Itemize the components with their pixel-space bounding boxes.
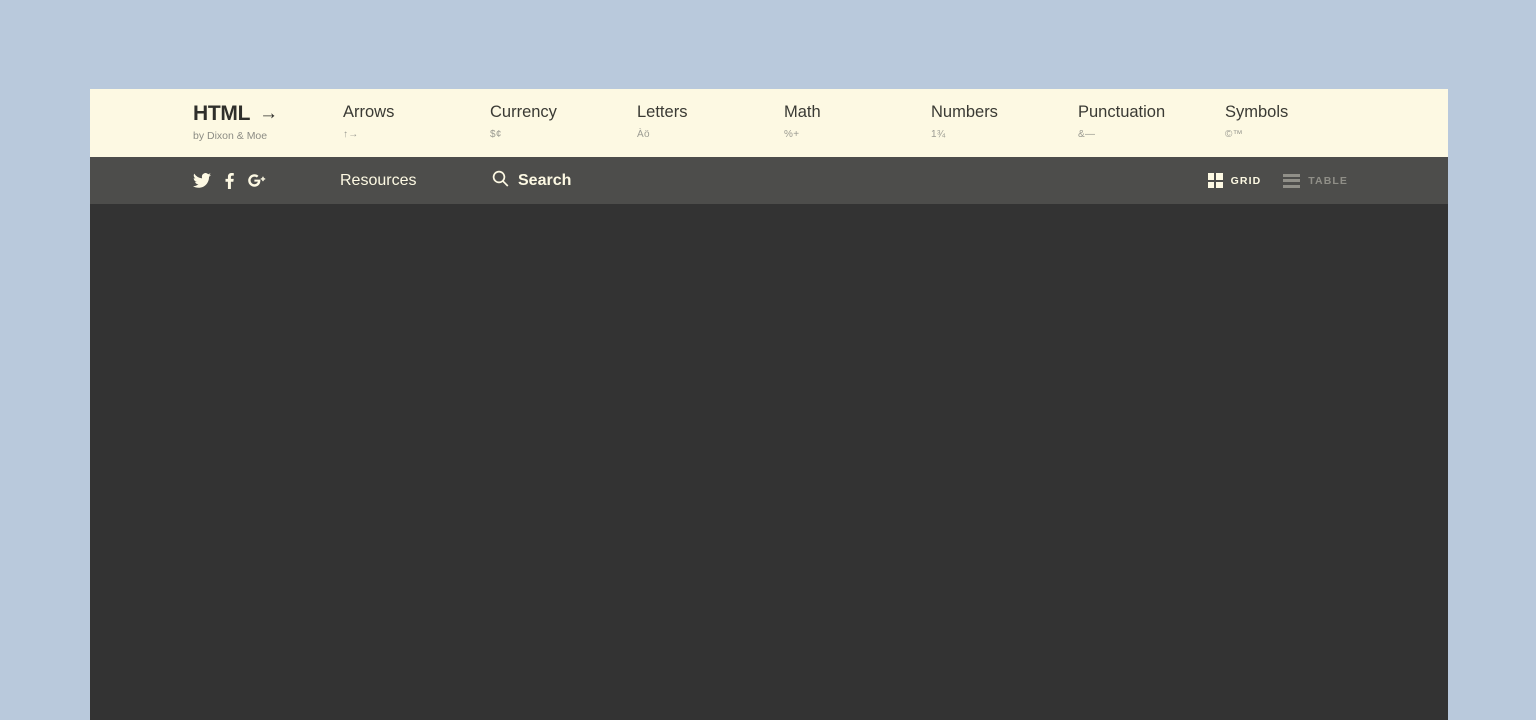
nav-item-math[interactable]: Math %+ (784, 104, 931, 140)
view-label: GRID (1231, 175, 1262, 187)
nav-label: Math (784, 104, 931, 121)
nav-hint: Àö (637, 130, 784, 140)
nav-hint: &— (1078, 130, 1225, 140)
primary-nav: Arrows ↑→ Currency $¢ Letters Àö Math %+… (343, 89, 1372, 140)
view-option-grid[interactable]: GRID (1208, 173, 1262, 188)
nav-hint: ↑→ (343, 130, 490, 140)
nav-item-punctuation[interactable]: Punctuation &— (1078, 104, 1225, 140)
googleplus-icon[interactable] (248, 173, 268, 188)
grid-icon (1208, 173, 1223, 188)
view-option-table[interactable]: TABLE (1283, 174, 1348, 188)
nav-item-arrows[interactable]: Arrows ↑→ (343, 104, 490, 140)
resources-link[interactable]: Resources (340, 172, 492, 190)
masthead: HTML → by Dixon & Moe Arrows ↑→ Currency … (90, 89, 1448, 157)
nav-label: Symbols (1225, 104, 1372, 121)
utility-bar: Resources Search GRID TABLE (90, 157, 1448, 204)
brand-arrow-icon: → (259, 103, 278, 124)
nav-hint: %+ (784, 130, 931, 140)
nav-hint: ©™ (1225, 130, 1372, 140)
table-icon (1283, 174, 1300, 188)
nav-hint: $¢ (490, 130, 637, 140)
search-button[interactable]: Search (492, 170, 571, 192)
brand-subtitle: by Dixon & Moe (193, 131, 343, 142)
facebook-icon[interactable] (225, 173, 234, 189)
nav-hint: 1¾ (931, 130, 1078, 140)
site-viewport: HTML → by Dixon & Moe Arrows ↑→ Currency … (90, 89, 1448, 720)
social-links (193, 173, 340, 189)
view-toggle: GRID TABLE (1208, 173, 1348, 188)
nav-item-currency[interactable]: Currency $¢ (490, 104, 637, 140)
view-label: TABLE (1308, 175, 1348, 187)
brand-logo[interactable]: HTML → by Dixon & Moe (193, 89, 343, 142)
twitter-icon[interactable] (193, 173, 211, 188)
nav-item-letters[interactable]: Letters Àö (637, 104, 784, 140)
search-icon (492, 170, 509, 192)
nav-item-numbers[interactable]: Numbers 1¾ (931, 104, 1078, 140)
nav-label: Currency (490, 104, 637, 121)
nav-item-symbols[interactable]: Symbols ©™ (1225, 104, 1372, 140)
nav-label: Arrows (343, 104, 490, 121)
nav-label: Numbers (931, 104, 1078, 121)
search-label: Search (518, 172, 571, 190)
character-grid (90, 204, 1448, 240)
nav-label: Letters (637, 104, 784, 121)
nav-label: Punctuation (1078, 104, 1225, 121)
brand-title-text: HTML (193, 102, 250, 125)
brand-title: HTML → (193, 103, 343, 124)
